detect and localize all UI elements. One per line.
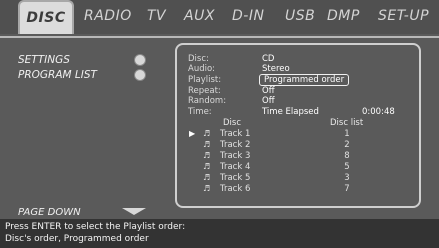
track-name: Track 6 <box>220 184 251 194</box>
play-icon: ▶ <box>189 129 196 138</box>
disc-label: Disc: <box>188 54 209 64</box>
playlist-value[interactable]: Programmed order <box>259 74 350 86</box>
track-order: 8 <box>344 151 350 161</box>
track-name: Track 5 <box>220 173 251 183</box>
repeat-value[interactable]: Off <box>262 86 275 96</box>
music-note-icon: ♬ <box>203 151 211 160</box>
track-order: 5 <box>344 162 350 172</box>
col-disc-list-header: Disc list <box>330 118 364 128</box>
tab-bar: DISC RADIO TV AUX D-IN USB DMP SET-UP <box>0 0 439 34</box>
page-down-arrow-icon[interactable] <box>122 208 146 215</box>
audio-value: Stereo <box>262 64 290 74</box>
time-value: 0:00:48 <box>362 107 395 117</box>
track-name: Track 4 <box>220 162 251 172</box>
tab-dmp[interactable]: DMP <box>327 0 360 34</box>
music-note-icon: ♬ <box>203 173 211 182</box>
tab-usb[interactable]: USB <box>285 0 315 34</box>
settings-radio-icon[interactable] <box>134 54 146 66</box>
program-list-menu-item[interactable]: PROGRAM LIST <box>18 69 97 81</box>
help-line-2: Disc's order, Programmed order <box>5 234 149 244</box>
track-row[interactable]: ♬ Track 2 2 <box>189 140 409 151</box>
tab-disc[interactable]: DISC <box>18 0 74 34</box>
time-label: Time: <box>188 107 212 117</box>
music-note-icon: ♬ <box>203 184 211 193</box>
tab-divider <box>0 36 439 38</box>
track-row[interactable]: ♬ Track 5 3 <box>189 173 409 184</box>
help-line-1: Press ENTER to select the Playlist order… <box>5 222 186 232</box>
track-row[interactable]: ♬ Track 3 8 <box>189 151 409 162</box>
disc-info-panel: Disc: CD Audio: Stereo Playlist: Program… <box>175 43 421 208</box>
track-row[interactable]: ▶ ♬ Track 1 1 <box>189 129 409 140</box>
time-mode[interactable]: Time Elapsed <box>262 107 319 117</box>
tab-aux[interactable]: AUX <box>184 0 215 34</box>
disc-value: CD <box>262 54 275 64</box>
track-row[interactable]: ♬ Track 4 5 <box>189 162 409 173</box>
track-order: 3 <box>344 173 350 183</box>
page-down-label[interactable]: PAGE DOWN <box>18 207 81 218</box>
program-list-radio-icon[interactable] <box>134 69 146 81</box>
repeat-label: Repeat: <box>188 86 221 96</box>
settings-menu-item[interactable]: SETTINGS <box>18 54 70 66</box>
tab-setup[interactable]: SET-UP <box>378 0 429 34</box>
tab-d-in[interactable]: D-IN <box>232 0 264 34</box>
tab-radio[interactable]: RADIO <box>84 0 132 34</box>
track-row[interactable]: ♬ Track 6 7 <box>189 184 409 195</box>
col-disc-header: Disc <box>223 118 242 128</box>
track-order: 1 <box>344 129 350 139</box>
audio-label: Audio: <box>188 64 216 74</box>
track-name: Track 2 <box>220 140 251 150</box>
random-value[interactable]: Off <box>262 96 275 106</box>
music-note-icon: ♬ <box>203 162 211 171</box>
track-order: 2 <box>344 140 350 150</box>
playlist-label: Playlist: <box>188 75 222 85</box>
track-order: 7 <box>344 184 350 194</box>
music-note-icon: ♬ <box>203 129 211 138</box>
track-name: Track 3 <box>220 151 251 161</box>
track-name: Track 1 <box>220 129 251 139</box>
music-note-icon: ♬ <box>203 140 211 149</box>
random-label: Random: <box>188 96 227 106</box>
tab-tv[interactable]: TV <box>147 0 166 34</box>
help-bar: Press ENTER to select the Playlist order… <box>0 219 439 248</box>
